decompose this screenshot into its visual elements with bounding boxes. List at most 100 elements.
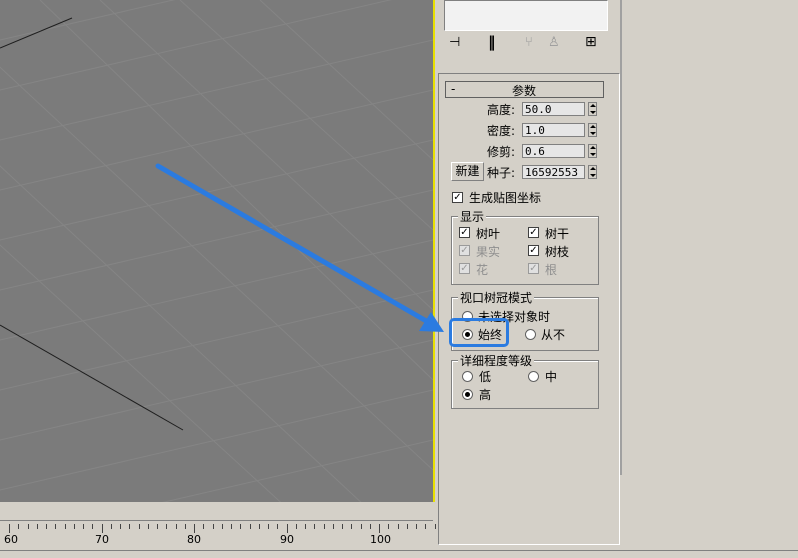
- pin-stack-icon[interactable]: ⊣: [449, 35, 460, 50]
- never-label: 从不: [541, 328, 566, 342]
- timeline-tick: [203, 524, 205, 529]
- timeline-tick: [388, 524, 390, 529]
- timeline-tick: [27, 524, 29, 529]
- high-label: 高: [479, 388, 492, 402]
- density-input[interactable]: 1.0: [522, 123, 585, 137]
- timeline-label-90: 90: [280, 533, 294, 546]
- viewport-grid: [0, 0, 433, 502]
- timeline-tick: [175, 524, 177, 529]
- timeline-ruler[interactable]: 60 70 80 90 100: [0, 520, 436, 550]
- timeline-tick: [83, 524, 84, 529]
- fruit-label: 果实: [476, 245, 501, 259]
- timeline-tick: [416, 524, 417, 529]
- timeline-tick: [434, 524, 436, 529]
- panel-scroll-track[interactable]: [620, 0, 622, 475]
- medium-radio[interactable]: [528, 371, 539, 382]
- timeline-tick: [231, 524, 232, 529]
- timeline-tick: [277, 524, 279, 529]
- timeline-tick: [166, 524, 168, 529]
- branches-checkbox[interactable]: ✓: [528, 245, 539, 256]
- flowers-label: 花: [476, 263, 489, 277]
- height-label: 高度:: [487, 103, 516, 117]
- height-input[interactable]: 50.0: [522, 102, 585, 116]
- timeline-tick: [194, 524, 195, 533]
- flowers-checkbox: ✓: [459, 263, 470, 274]
- timeline-tick: [221, 524, 223, 529]
- low-label: 低: [479, 370, 492, 384]
- timeline-tick: [332, 524, 334, 529]
- timeline-tick: [425, 524, 427, 529]
- timeline-tick: [73, 524, 75, 529]
- seed-label: 种子:: [487, 166, 516, 180]
- timeline-tick: [157, 524, 158, 529]
- timeline-tick: [323, 524, 325, 529]
- timeline-tick: [18, 524, 20, 529]
- perspective-viewport[interactable]: [0, 0, 435, 502]
- configure-modifier-sets-icon[interactable]: ⊞: [585, 34, 597, 50]
- timeline-tick: [138, 524, 140, 529]
- timeline-tick: [9, 524, 10, 533]
- timeline-tick: [342, 524, 343, 529]
- prune-input[interactable]: 0.6: [522, 144, 585, 158]
- timeline-tick: [212, 524, 214, 529]
- timeline-tick: [55, 524, 57, 529]
- medium-label: 中: [545, 370, 558, 384]
- roots-checkbox: ✓: [528, 263, 539, 274]
- timeline-tick: [360, 524, 362, 529]
- timeline-tick: [240, 524, 242, 529]
- params-rollout-header[interactable]: - 参数: [445, 81, 604, 98]
- timeline-tick: [369, 524, 371, 529]
- density-label: 密度:: [487, 124, 516, 138]
- timeline-tick: [379, 524, 380, 533]
- timeline-tick: [46, 524, 47, 529]
- leaves-checkbox[interactable]: ✓: [459, 227, 470, 238]
- timeline-tick: [258, 524, 260, 529]
- high-radio[interactable]: [462, 389, 473, 400]
- timeline-tick: [268, 524, 269, 529]
- new-seed-button[interactable]: 新建: [451, 162, 484, 181]
- prune-spinner[interactable]: [588, 144, 597, 158]
- height-spinner[interactable]: [588, 102, 597, 116]
- timeline-tick: [314, 524, 316, 529]
- detail-level-group-title: 详细程度等级: [458, 352, 535, 369]
- roots-label: 根: [545, 263, 558, 277]
- density-spinner[interactable]: [588, 123, 597, 137]
- timeline-tick: [295, 524, 297, 529]
- timeline-tick: [305, 524, 306, 529]
- show-end-result-icon[interactable]: ‖: [488, 33, 496, 51]
- timeline-tick: [92, 524, 94, 529]
- gen-mapping-label: 生成贴图坐标: [469, 191, 542, 205]
- trunk-checkbox[interactable]: ✓: [528, 227, 539, 238]
- timeline-label-80: 80: [187, 533, 201, 546]
- trunk-label: 树干: [545, 227, 570, 241]
- timeline-label-100: 100: [370, 533, 391, 546]
- seed-input[interactable]: 16592553: [522, 165, 585, 179]
- object-list-box[interactable]: [444, 0, 608, 31]
- gen-mapping-checkbox[interactable]: ✓: [452, 192, 463, 203]
- rollout-title: 参数: [512, 84, 537, 98]
- timeline-tick: [120, 524, 121, 529]
- display-group-title: 显示: [458, 208, 487, 225]
- display-group: [451, 216, 599, 285]
- make-unique-icon: ⑂: [525, 35, 533, 50]
- timeline-tick: [286, 524, 288, 533]
- leaves-label: 树叶: [476, 227, 501, 241]
- timeline-tick: [110, 524, 112, 529]
- never-radio[interactable]: [525, 329, 536, 340]
- canopy-mode-group-title: 视口树冠模式: [458, 289, 535, 306]
- branches-label: 树枝: [545, 245, 570, 259]
- timeline-tick: [249, 524, 251, 529]
- rollout-collapse-symbol: -: [451, 82, 456, 96]
- low-radio[interactable]: [462, 371, 473, 382]
- seed-spinner[interactable]: [588, 165, 597, 179]
- timeline-label-60: 60: [4, 533, 18, 546]
- timeline-tick: [64, 524, 66, 529]
- timeline-tick: [397, 524, 399, 529]
- timeline-tick: [147, 524, 149, 529]
- timeline-label-70: 70: [95, 533, 109, 546]
- timeline-tick: [101, 524, 103, 533]
- remove-modifier-icon: ♙: [548, 35, 560, 50]
- timeline-tick: [184, 524, 186, 529]
- prune-label: 修剪:: [487, 145, 516, 159]
- timeline-tick: [129, 524, 131, 529]
